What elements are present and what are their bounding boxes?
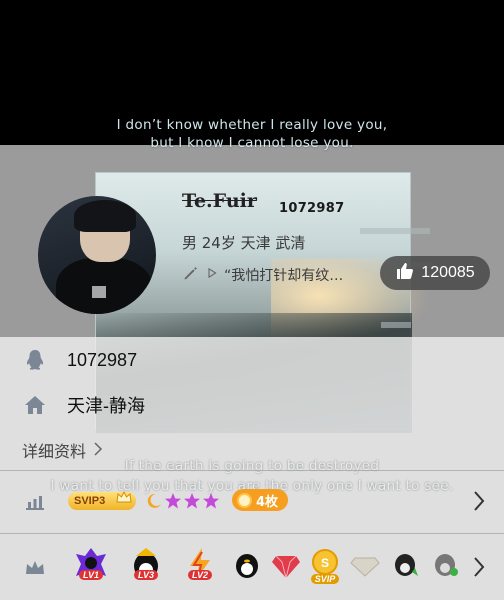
qq-number: 1072987 <box>67 349 138 370</box>
home-icon <box>22 392 48 418</box>
location: 天津-静海 <box>67 396 145 416</box>
chevron-right-icon[interactable] <box>472 490 486 512</box>
svip-label: SVIP3 <box>74 495 106 507</box>
badge-lv1[interactable]: LV1 <box>71 546 111 590</box>
crown-icon <box>22 555 48 581</box>
badge-level-label: LV3 <box>133 570 158 580</box>
gem-badge[interactable] <box>266 546 306 590</box>
user-info: 男 24岁 天津 武清 <box>182 234 306 252</box>
badge-lv2[interactable]: LV2 <box>180 546 220 590</box>
svg-text:S: S <box>321 556 329 570</box>
badge-lv3[interactable]: LV3 <box>126 546 166 590</box>
glitch-bar <box>360 228 430 234</box>
grey-penguin-badge[interactable] <box>425 546 465 590</box>
penguin-badge[interactable] <box>227 546 267 590</box>
star-level-icon <box>164 492 182 510</box>
like-count: 120085 <box>421 264 475 281</box>
chevron-right-icon <box>92 441 104 460</box>
svip-coin-badge[interactable]: S SVIP <box>305 546 345 590</box>
play-icon <box>206 266 218 284</box>
moon-level-icon <box>145 492 163 510</box>
avatar-hair <box>74 200 136 232</box>
qq-pet-badge[interactable] <box>385 546 425 590</box>
qq-number-row[interactable]: 1072987 <box>0 345 504 375</box>
nickname: Te.Fuir <box>182 190 257 212</box>
badge-level-label: LV1 <box>78 570 103 580</box>
glitch-bar <box>381 322 411 328</box>
badge-level-label: SVIP <box>310 574 340 584</box>
avatar-shirt-print <box>92 286 106 298</box>
divider <box>0 533 504 534</box>
edit-pencil-icon <box>182 264 200 286</box>
quote-line: If the earth is going to be destroyed <box>124 458 380 474</box>
star-level-icon <box>202 492 220 510</box>
star-level-icon <box>183 492 201 510</box>
quote-line: but I know I cannot lose you. <box>150 135 354 151</box>
badge-level-label: LV2 <box>187 570 212 580</box>
crown-icon <box>116 490 132 504</box>
divider <box>0 470 504 471</box>
coin-count: 4枚 <box>256 494 279 510</box>
avatar[interactable] <box>38 196 156 314</box>
coin-badge[interactable]: 4枚 <box>232 489 288 511</box>
svip-badge[interactable]: SVIP3 <box>68 490 136 510</box>
qq-number-header: 1072987 <box>279 201 345 216</box>
chart-icon <box>22 488 48 514</box>
like-button[interactable]: 120085 <box>380 256 490 290</box>
signature[interactable]: “我怕打针却有纹… <box>182 264 343 286</box>
signature-text: “我怕打针却有纹… <box>224 268 344 284</box>
thumbs-up-icon <box>395 261 415 285</box>
diamond-badge[interactable] <box>345 546 385 590</box>
coin-icon <box>237 492 252 508</box>
location-row[interactable]: 天津-静海 <box>0 390 504 420</box>
qq-penguin-icon <box>22 347 48 373</box>
quote-line: I don’t know whether I really love you, <box>116 117 388 133</box>
chevron-right-icon[interactable] <box>472 556 486 578</box>
